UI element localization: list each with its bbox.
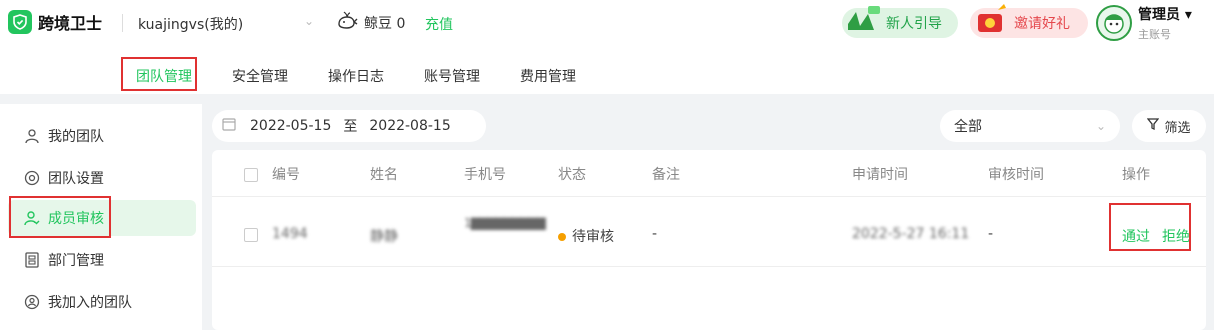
funnel-icon	[1147, 118, 1160, 134]
cell-review-time: -	[988, 226, 994, 242]
avatar	[1096, 5, 1132, 41]
gift-icon	[974, 4, 1010, 38]
status-select-value: 全部	[954, 119, 982, 135]
column-header-name: 姓名	[370, 167, 398, 183]
column-header-phone: 手机号	[464, 167, 506, 183]
beans-balance: 鲸豆 0	[336, 10, 405, 36]
sidebar-item-joined-teams[interactable]: 我加入的团队	[8, 284, 196, 320]
status-text: 待审核	[572, 229, 614, 245]
filter-button[interactable]: 筛选	[1132, 110, 1206, 142]
select-all-checkbox[interactable]	[244, 168, 258, 182]
row-divider	[212, 266, 1206, 267]
date-start: 2022-05-15	[250, 118, 332, 134]
sidebar-item-department[interactable]: 部门管理	[8, 242, 196, 278]
member-review-table: 编号 姓名 手机号 状态 备注 申请时间 审核时间 操作 1494 静静 1▇▇…	[212, 150, 1206, 330]
divider	[122, 14, 123, 32]
cell-status: 待审核	[558, 226, 614, 246]
newbie-guide-button[interactable]: 新人引导	[842, 6, 958, 38]
date-separator: 至	[343, 119, 358, 135]
column-header-review-time: 审核时间	[988, 167, 1044, 183]
guide-mascot-icon	[846, 4, 882, 38]
column-header-apply-time: 申请时间	[852, 167, 908, 183]
admin-name: 管理员	[1138, 7, 1180, 23]
tab-account-management[interactable]: 账号管理	[424, 66, 480, 86]
app-logo[interactable]: 跨境卫士	[8, 10, 102, 34]
tab-security[interactable]: 安全管理	[232, 66, 288, 86]
column-header-status: 状态	[558, 167, 586, 183]
column-header-note: 备注	[652, 167, 680, 183]
recharge-link[interactable]: 充值	[425, 14, 453, 34]
cell-note: -	[652, 226, 658, 242]
tab-billing[interactable]: 费用管理	[520, 66, 576, 86]
beans-label: 鲸豆 0	[364, 16, 406, 32]
sidebar-item-label: 部门管理	[48, 253, 104, 269]
shield-icon	[8, 10, 32, 34]
invite-label: 邀请好礼	[1014, 16, 1070, 32]
department-icon	[24, 252, 40, 268]
calendar-icon	[222, 117, 236, 135]
account-switcher[interactable]: kuajingvs(我的)	[138, 14, 243, 34]
user-icon	[24, 128, 40, 144]
highlight-box-sidebar	[9, 196, 111, 238]
invite-gift-button[interactable]: 邀请好礼	[970, 4, 1088, 38]
column-header-id: 编号	[272, 167, 300, 183]
header-divider	[212, 196, 1206, 197]
sidebar-item-label: 团队设置	[48, 171, 104, 187]
filter-label: 筛选	[1164, 120, 1191, 136]
admin-menu[interactable]: 管理员 ▾ 主账号	[1096, 4, 1192, 42]
main-content: 2022-05-15 至 2022-08-15 全部 ⌄ 筛选 编号 姓名 手机…	[212, 104, 1206, 330]
app-name: 跨境卫士	[38, 14, 103, 33]
chevron-down-icon[interactable]: ⌄	[304, 14, 314, 28]
chevron-down-icon: ⌄	[1095, 119, 1106, 133]
tab-operation-log[interactable]: 操作日志	[328, 66, 384, 86]
admin-role: 主账号	[1138, 28, 1171, 41]
status-select[interactable]: 全部 ⌄	[940, 110, 1120, 142]
sidebar-item-my-team[interactable]: 我的团队	[8, 118, 196, 154]
status-dot	[558, 233, 566, 241]
sidebar-item-label: 我的团队	[48, 129, 104, 145]
whale-icon	[336, 10, 358, 36]
cell-apply-time: 2022-5-27 16:11	[852, 226, 970, 242]
settings-icon	[24, 170, 40, 186]
guide-label: 新人引导	[886, 16, 942, 32]
highlight-box-tab	[121, 57, 197, 91]
highlight-box-actions	[1109, 203, 1191, 251]
top-bar: 跨境卫士 kuajingvs(我的) ⌄ 鲸豆 0 充值 新人引导 邀请好礼 管…	[0, 0, 1214, 48]
sidebar-item-team-settings[interactable]: 团队设置	[8, 160, 196, 196]
date-range-picker[interactable]: 2022-05-15 至 2022-08-15	[212, 110, 486, 142]
row-checkbox[interactable]	[244, 228, 258, 242]
joined-team-icon	[24, 294, 40, 310]
cell-phone: 1▇▇▇▇▇▇▇▇▇	[464, 216, 546, 230]
sidebar-item-label: 我加入的团队	[48, 295, 132, 311]
cell-name: 静静	[370, 229, 398, 245]
caret-down-icon: ▾	[1184, 7, 1192, 23]
date-end: 2022-08-15	[369, 118, 451, 134]
cell-id: 1494	[272, 226, 308, 242]
column-header-actions: 操作	[1122, 167, 1150, 183]
